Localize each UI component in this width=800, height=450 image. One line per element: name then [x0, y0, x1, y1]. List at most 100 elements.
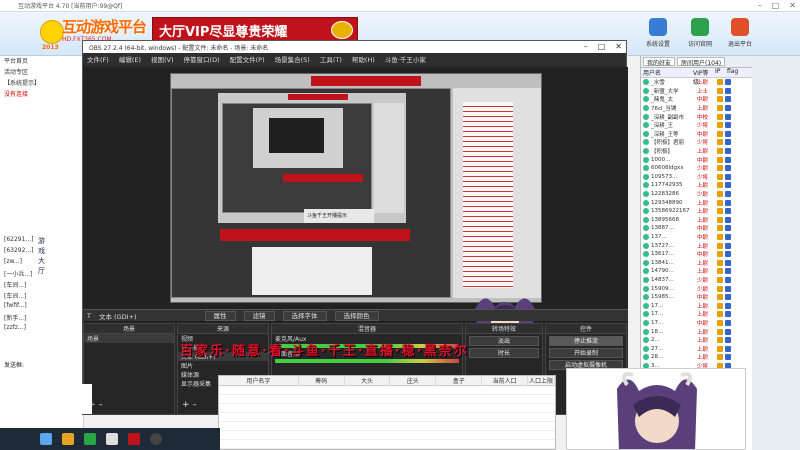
exit-button[interactable]: 退出平台: [722, 16, 758, 54]
obs-menu-item[interactable]: 配置文件(P): [230, 54, 265, 64]
user-row[interactable]: 13887... 中尉: [641, 224, 752, 233]
col-username[interactable]: 用户名: [641, 68, 691, 77]
user-row[interactable]: 17... 中尉: [641, 319, 752, 328]
select-color-button[interactable]: 选择颜色: [334, 310, 379, 321]
user-row[interactable]: 12283286 少尉: [641, 190, 752, 199]
sidebar-row[interactable]: [0, 188, 83, 199]
obs-minimize-icon[interactable]: –: [584, 42, 588, 51]
user-row[interactable]: _深耕_副副市 中校: [641, 112, 752, 121]
filters-button[interactable]: 滤镜: [243, 310, 275, 321]
minimize-icon[interactable]: –: [758, 1, 762, 10]
user-row[interactable]: 17... 上尉: [641, 310, 752, 319]
user-row[interactable]: 14790... 上尉: [641, 267, 752, 276]
sidebar-row[interactable]: [0, 177, 83, 188]
table-header-cell[interactable]: 人口上限: [528, 376, 555, 385]
wechat-icon[interactable]: [84, 433, 96, 445]
user-row[interactable]: 2... 上尉: [641, 336, 752, 345]
game-platform-icon[interactable]: [128, 433, 140, 445]
sidebar-row[interactable]: [0, 199, 83, 210]
sidebar-row[interactable]: [0, 166, 83, 177]
user-row[interactable]: 【积极】君丽 少将: [641, 138, 752, 147]
user-row[interactable]: 15985... 中尉: [641, 293, 752, 302]
user-row[interactable]: _深耕_王 少将: [641, 121, 752, 130]
user-row[interactable]: 13895668 上尉: [641, 216, 752, 225]
sidebar-row[interactable]: 【系统提示】: [0, 78, 83, 89]
user-row[interactable]: 13727... 上尉: [641, 241, 752, 250]
sidebar-row[interactable]: [0, 100, 83, 111]
obs-menu-item[interactable]: 斗鱼·千王小家: [385, 54, 426, 64]
sidebar-row[interactable]: [0, 111, 83, 122]
user-row[interactable]: 【积极】 上尉: [641, 147, 752, 156]
user-row[interactable]: 13841... 上尉: [641, 258, 752, 267]
user-row[interactable]: 14837... 少尉: [641, 276, 752, 285]
table-header-cell[interactable]: 用户名字: [219, 376, 299, 385]
user-row[interactable]: 117742935 上尉: [641, 181, 752, 190]
sidebar-row[interactable]: [0, 133, 83, 144]
table-header-cell[interactable]: 大头: [345, 376, 391, 385]
user-row[interactable]: 28... 上尉: [641, 353, 752, 362]
user-row[interactable]: _深耕_王等 中尉: [641, 130, 752, 139]
table-header-cell[interactable]: 筹码: [299, 376, 345, 385]
obs-menu-item[interactable]: 工具(T): [320, 54, 342, 64]
logo-mascot-icon: [40, 20, 64, 44]
visit-site-button[interactable]: 访问官网: [682, 16, 718, 54]
table-header-cell[interactable]: 庄头: [390, 376, 437, 385]
sidebar-row[interactable]: 活动专区: [0, 67, 83, 78]
user-row[interactable]: 76cl_当铺 上尉: [641, 104, 752, 113]
user-row[interactable]: 129348890 上尉: [641, 198, 752, 207]
obs-maximize-icon[interactable]: □: [598, 42, 606, 51]
start-recording-button[interactable]: 开始录制: [549, 348, 623, 358]
user-row[interactable]: 15909... 少尉: [641, 284, 752, 293]
user-row[interactable]: 137... 中尉: [641, 233, 752, 242]
sidebar-row[interactable]: 平台首页: [0, 56, 83, 67]
user-row[interactable]: 18... 上尉: [641, 327, 752, 336]
obs-menu-item[interactable]: 编辑(E): [119, 54, 141, 64]
tab-friends[interactable]: 我的好友: [643, 57, 676, 67]
close-icon[interactable]: ✕: [789, 1, 796, 10]
table-header-cell[interactable]: 盒子: [436, 376, 483, 385]
properties-button[interactable]: 属性: [204, 310, 236, 321]
user-row[interactable]: 13617... 中尉: [641, 250, 752, 259]
add-source-icon[interactable]: +: [182, 400, 190, 410]
scene-item[interactable]: 场景: [84, 334, 174, 343]
obs-menu-item[interactable]: 文件(F): [87, 54, 109, 64]
col-vip[interactable]: VIP等级: [691, 68, 713, 86]
user-row[interactable]: 60608ldgxx 少尉: [641, 164, 752, 173]
start-icon[interactable]: [40, 433, 52, 445]
stop-streaming-button[interactable]: 停止推流: [549, 336, 623, 346]
obs-icon[interactable]: [150, 433, 162, 445]
obs-menu-item[interactable]: 帮助(H): [352, 54, 375, 64]
obs-close-icon[interactable]: ✕: [615, 42, 622, 51]
obs-menu-item[interactable]: 场景集合(S): [275, 54, 310, 64]
user-row[interactable]: 27... 上尉: [641, 344, 752, 353]
obs-preview[interactable]: 斗鱼千王开播提示: [83, 67, 628, 349]
tab-room-users[interactable]: 房间用户(104): [677, 57, 726, 67]
sidebar-row[interactable]: [0, 122, 83, 133]
user-row[interactable]: 1000... 中尉: [641, 155, 752, 164]
sidebar-row[interactable]: [0, 155, 83, 166]
sidebar-row[interactable]: [0, 210, 83, 221]
user-row[interactable]: _新盟_大学 上士: [641, 87, 752, 96]
preview-canvas[interactable]: 斗鱼千王开播提示: [170, 73, 542, 303]
user-row[interactable]: _水雪 上尉: [641, 78, 752, 87]
table-header-cell[interactable]: 当前人口: [482, 376, 529, 385]
sidebar-row[interactable]: 没有连接: [0, 89, 83, 100]
settings-button[interactable]: 系统设置: [640, 16, 676, 54]
select-font-button[interactable]: 选择字体: [282, 310, 327, 321]
obs-menu-item[interactable]: 停靠窗口(D): [184, 54, 220, 64]
remove-scene-icon[interactable]: –: [98, 400, 103, 410]
obs-menu-item[interactable]: 视图(V): [151, 54, 174, 64]
explorer-icon[interactable]: [62, 433, 74, 445]
sidebar-row[interactable]: [0, 221, 83, 232]
col-flag[interactable]: flag: [725, 68, 745, 77]
user-row[interactable]: 17... 上尉: [641, 301, 752, 310]
user-vip-icon: [717, 130, 723, 137]
user-row[interactable]: _赌鬼_太 中尉: [641, 95, 752, 104]
remove-source-icon[interactable]: –: [192, 400, 197, 410]
user-row[interactable]: 109573... 少将: [641, 173, 752, 182]
maximize-icon[interactable]: □: [772, 1, 780, 10]
sidebar-row[interactable]: [0, 144, 83, 155]
user-row[interactable]: 13586922167 上尉: [641, 207, 752, 216]
app-icon[interactable]: [106, 433, 118, 445]
col-ip[interactable]: IP: [713, 68, 725, 77]
